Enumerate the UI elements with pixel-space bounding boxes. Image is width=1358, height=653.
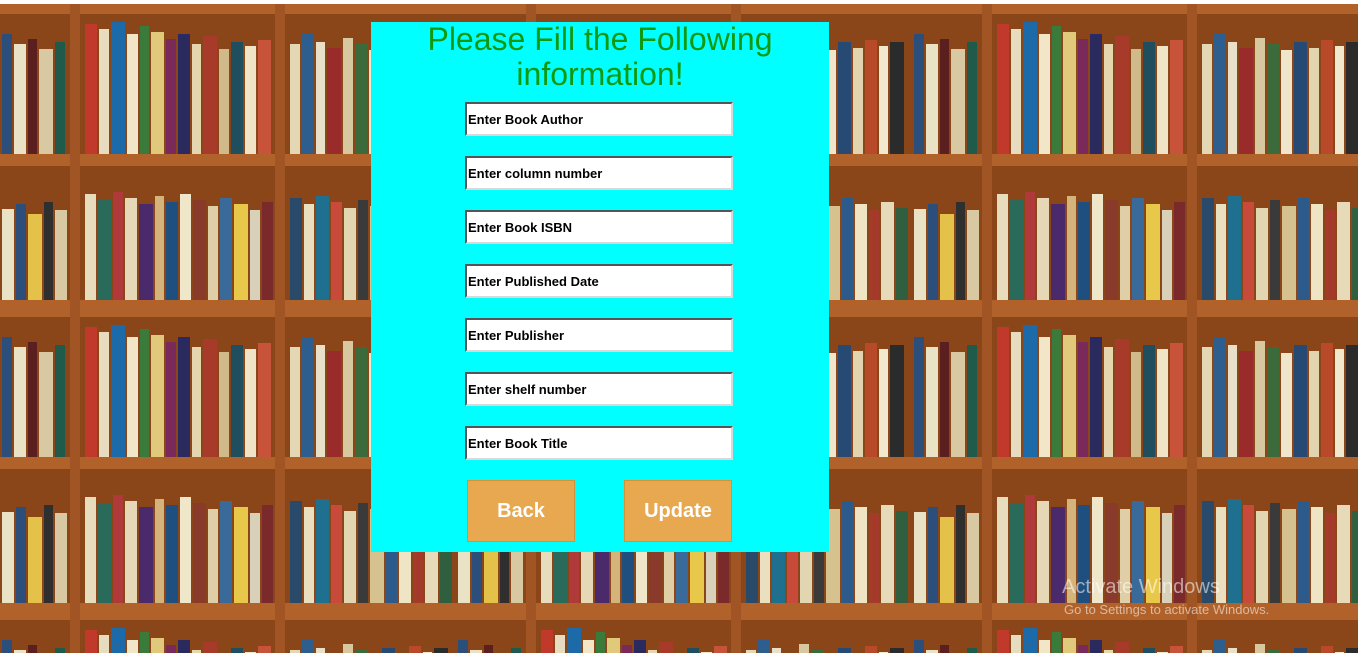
update-button[interactable]: Update	[624, 480, 732, 542]
column-number-input[interactable]	[465, 156, 733, 190]
activate-windows-title: Activate Windows	[1062, 576, 1220, 598]
top-strip	[0, 0, 1358, 4]
update-book-form: Please Fill the Following information! B…	[371, 22, 829, 552]
shelf-number-input[interactable]	[465, 372, 733, 406]
published-date-input[interactable]	[465, 264, 733, 298]
publisher-input[interactable]	[465, 318, 733, 352]
book-author-input[interactable]	[465, 102, 733, 136]
activate-windows-subtitle: Go to Settings to activate Windows.	[1064, 602, 1270, 617]
book-title-input[interactable]	[465, 426, 733, 460]
book-isbn-input[interactable]	[465, 210, 733, 244]
back-button[interactable]: Back	[467, 480, 575, 542]
form-title: Please Fill the Following information!	[427, 21, 773, 92]
